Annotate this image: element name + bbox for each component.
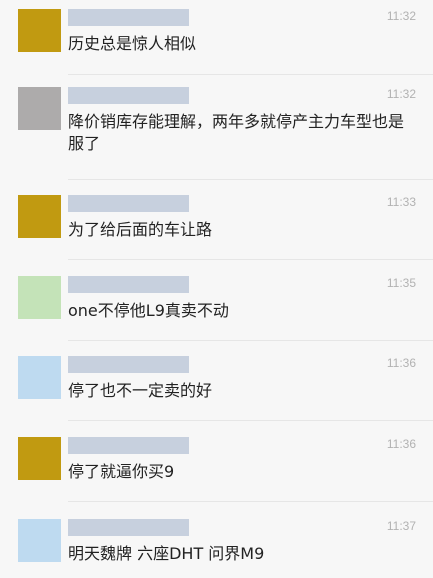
username-redacted[interactable] (68, 356, 189, 373)
comment-time: 11:35 (386, 276, 416, 290)
divider (68, 420, 433, 421)
comment-text: 停了就逼你买9 (68, 462, 175, 481)
avatar[interactable] (18, 356, 61, 399)
avatar[interactable] (18, 437, 61, 480)
divider (68, 179, 433, 180)
comment-list: 11:32 历史总是惊人相似 11:32 降价销库存能理解，两年多就停产主力车型… (0, 0, 433, 578)
username-redacted[interactable] (68, 87, 189, 104)
divider (68, 340, 433, 341)
comment-text: 降价销库存能理解，两年多就停产主力车型也是服了 (68, 112, 405, 153)
avatar[interactable] (18, 195, 61, 238)
comment-time: 11:32 (386, 9, 416, 23)
comment-text: 历史总是惊人相似 (68, 34, 197, 53)
avatar[interactable] (18, 276, 61, 319)
comment-text: 为了给后面的车让路 (68, 220, 213, 239)
comment-text: one不停他L9真卖不动 (68, 301, 229, 320)
avatar[interactable] (18, 9, 61, 52)
comment-time: 11:32 (386, 87, 416, 101)
comment-time: 11:36 (386, 356, 416, 370)
username-redacted[interactable] (68, 9, 189, 26)
comment-text: 停了也不一定卖的好 (68, 381, 213, 400)
avatar[interactable] (18, 519, 61, 562)
username-redacted[interactable] (68, 519, 189, 536)
username-redacted[interactable] (68, 195, 189, 212)
comment-time: 11:33 (386, 195, 416, 209)
comment-time: 11:37 (386, 519, 416, 533)
divider (68, 74, 433, 75)
divider (68, 501, 433, 502)
username-redacted[interactable] (68, 437, 189, 454)
comment-text: 明天魏牌 六座DHT 问界M9 (68, 544, 265, 563)
comment-time: 11:36 (386, 437, 416, 451)
username-redacted[interactable] (68, 276, 189, 293)
avatar[interactable] (18, 87, 61, 130)
divider (68, 259, 433, 260)
